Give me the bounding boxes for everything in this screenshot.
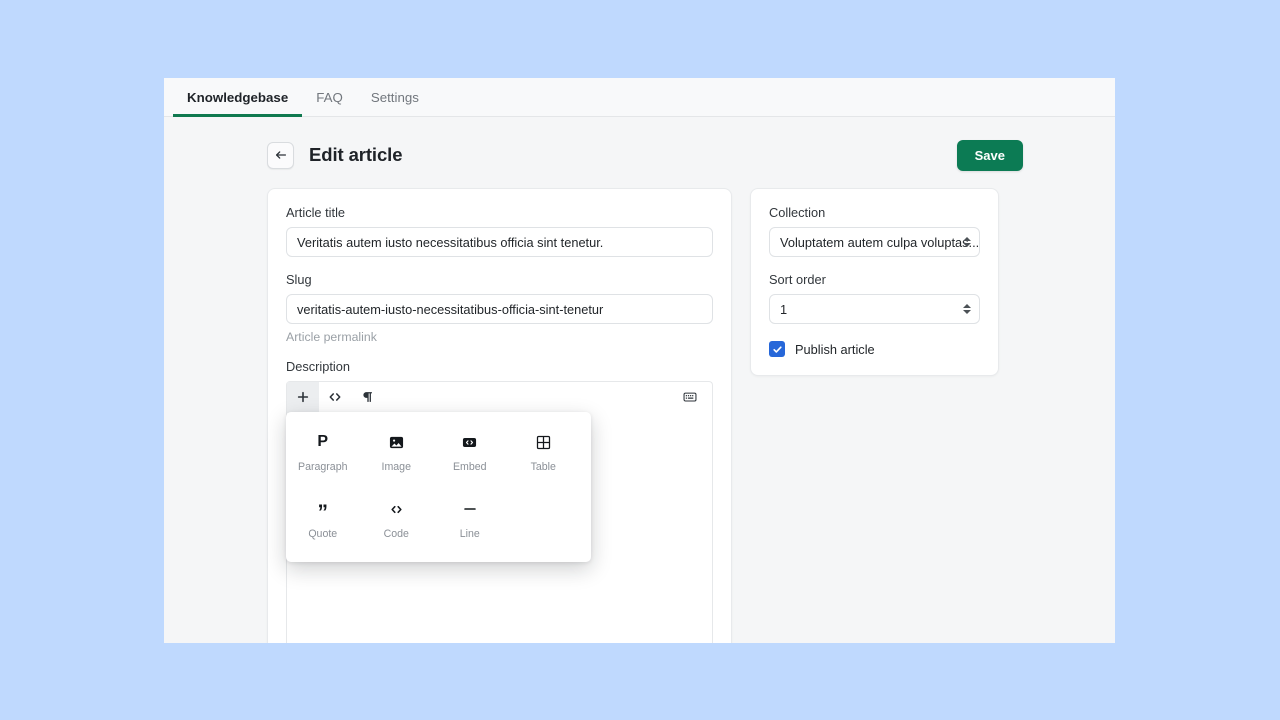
insert-item-label: Table (530, 461, 556, 473)
insert-embed-item[interactable]: Embed (433, 428, 507, 479)
slug-help-text: Article permalink (286, 330, 377, 344)
paragraph-style-button[interactable] (351, 382, 383, 413)
image-icon (389, 431, 404, 453)
paragraph-icon: P (317, 433, 329, 450)
article-card: Article title Slug Article permalink Des… (267, 188, 732, 643)
insert-block-popup: P Paragraph Image Embed Table ” Quote Co… (286, 412, 591, 562)
slug-input[interactable] (286, 294, 713, 324)
article-title-label: Article title (286, 205, 346, 220)
keyboard-icon (683, 392, 697, 402)
insert-item-label: Quote (308, 528, 338, 540)
slug-label: Slug (286, 272, 312, 287)
insert-code-item[interactable]: Code (360, 495, 434, 546)
tab-label: FAQ (316, 89, 343, 105)
collection-select[interactable]: Voluptatem autem culpa voluptas... (769, 227, 980, 257)
horizontal-rule-icon (462, 498, 478, 520)
popup-row-separator (286, 479, 591, 495)
publish-article-label: Publish article (795, 341, 875, 357)
collection-field: Collection Voluptatem autem culpa volupt… (769, 205, 980, 257)
collection-select-value: Voluptatem autem culpa voluptas... (780, 234, 980, 250)
sort-order-select-value: 1 (780, 301, 788, 317)
article-settings-card: Collection Voluptatem autem culpa volupt… (750, 188, 999, 376)
insert-item-label: Code (383, 528, 409, 540)
sort-order-select-wrap: 1 (769, 294, 980, 324)
plus-icon (297, 391, 309, 403)
quote-icon: ” (317, 500, 329, 524)
sort-order-field: Sort order 1 (769, 272, 980, 324)
check-icon (772, 345, 782, 353)
embed-icon (462, 431, 477, 453)
insert-item-label: Paragraph (298, 461, 348, 473)
tab-settings[interactable]: Settings (357, 78, 433, 116)
editor-toolbar (286, 381, 713, 413)
description-label: Description (286, 359, 351, 374)
insert-line-item[interactable]: Line (433, 495, 507, 546)
collection-select-wrap: Voluptatem autem culpa voluptas... (769, 227, 980, 257)
side-column: Collection Voluptatem autem culpa volupt… (750, 188, 999, 376)
insert-item-label: Line (459, 528, 480, 540)
insert-quote-item[interactable]: ” Quote (286, 495, 360, 546)
slug-field: Slug Article permalink (286, 272, 713, 344)
table-icon (536, 431, 551, 453)
back-button[interactable] (267, 141, 294, 169)
insert-item-label: Image (381, 461, 411, 473)
collection-label: Collection (769, 205, 826, 220)
publish-article-checkbox[interactable] (769, 341, 785, 357)
keyboard-shortcuts-button[interactable] (674, 382, 706, 413)
description-field: Description P Paragraph Image Embed Tabl… (286, 359, 713, 643)
insert-paragraph-item[interactable]: P Paragraph (286, 428, 360, 479)
tab-bar: Knowledgebase FAQ Settings (164, 78, 1115, 117)
code-icon (329, 393, 341, 401)
arrow-left-icon (275, 151, 286, 159)
add-block-button[interactable] (287, 381, 319, 413)
save-button[interactable]: Save (956, 139, 1023, 171)
article-title-field: Article title (286, 205, 713, 257)
tab-label: Knowledgebase (187, 89, 289, 105)
tab-faq[interactable]: FAQ (302, 78, 357, 116)
page-title: Edit article (309, 144, 403, 165)
article-title-input[interactable] (286, 227, 713, 257)
pilcrow-icon (363, 392, 372, 402)
insert-image-item[interactable]: Image (360, 428, 434, 479)
tab-label: Settings (370, 89, 419, 105)
code-block-button[interactable] (319, 382, 351, 413)
description-editor: imi voluptatem. Ab modi s maiores est it… (286, 381, 713, 643)
content-area: Article title Slug Article permalink Des… (267, 188, 1023, 643)
tab-knowledgebase[interactable]: Knowledgebase (173, 78, 303, 117)
page-header: Edit article Save (267, 117, 1023, 175)
sort-order-select[interactable]: 1 (769, 294, 980, 324)
app-window: Knowledgebase FAQ Settings Edit article … (164, 78, 1115, 643)
insert-item-label: Embed (452, 461, 487, 473)
code-icon (389, 498, 404, 520)
publish-article-row: Publish article (769, 341, 980, 357)
sort-order-label: Sort order (769, 272, 826, 287)
insert-table-item[interactable]: Table (507, 428, 581, 479)
main-column: Article title Slug Article permalink Des… (267, 188, 732, 643)
